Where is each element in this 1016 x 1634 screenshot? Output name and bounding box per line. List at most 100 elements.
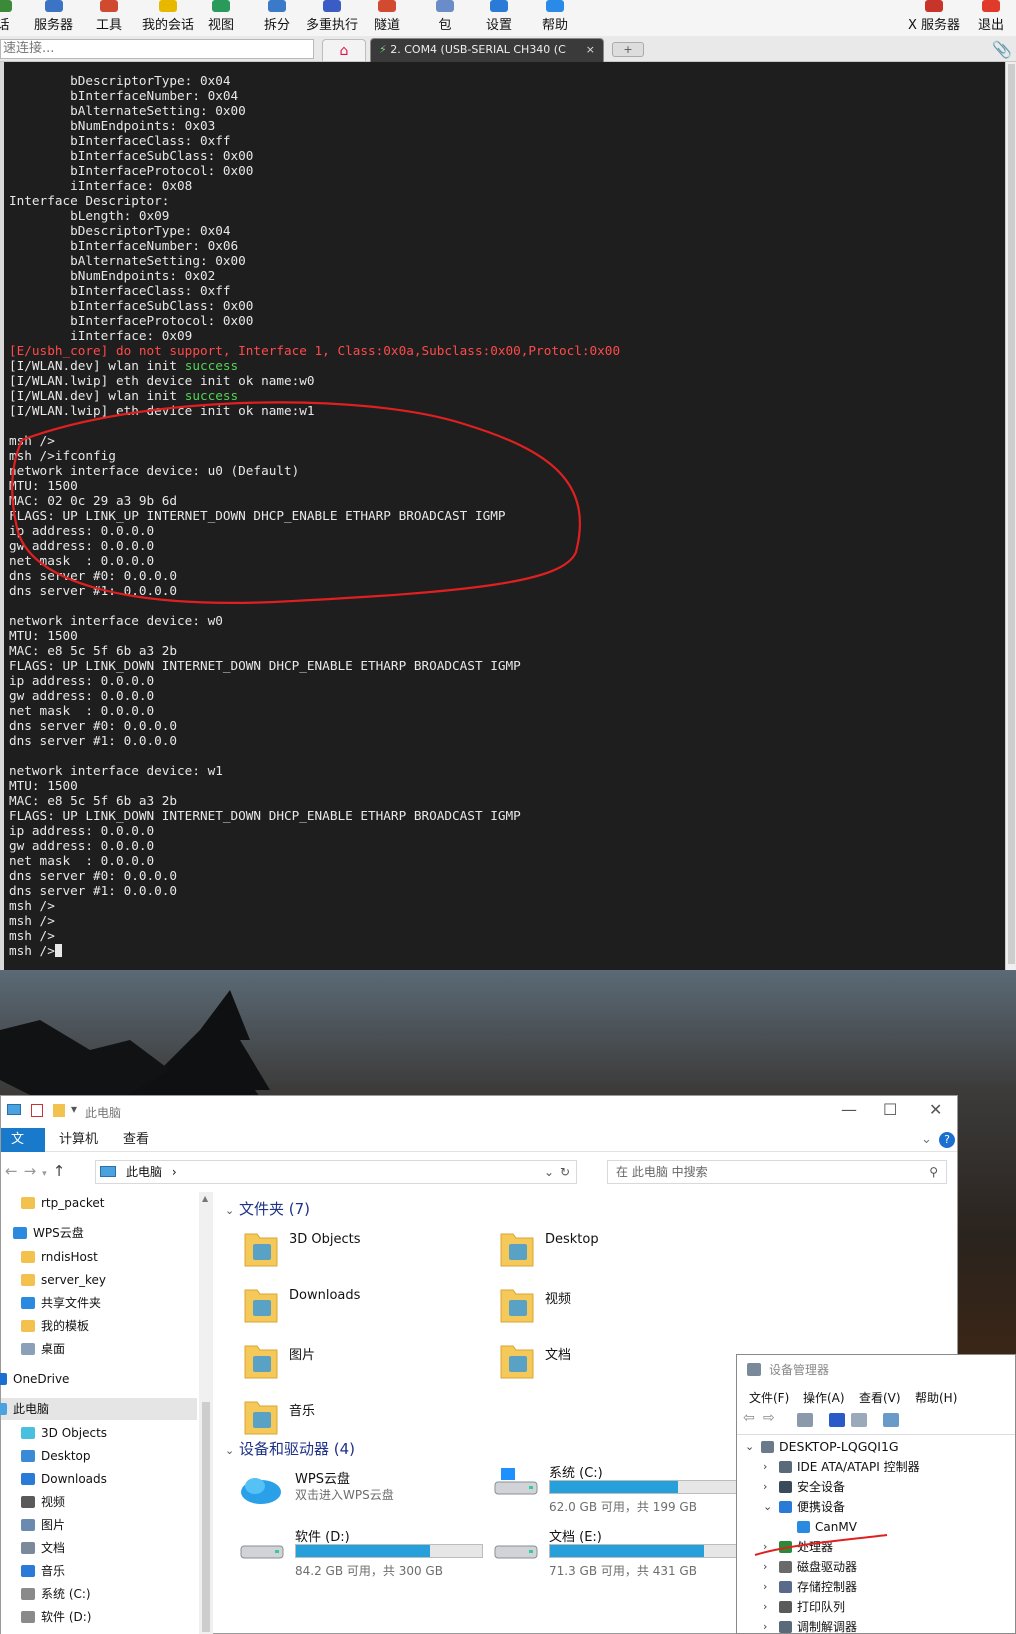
video-icon [21, 1496, 35, 1508]
split-icon [268, 0, 286, 12]
new-tab-button[interactable]: + [612, 42, 644, 57]
toolbar-button-9[interactable]: 设置 [486, 0, 512, 36]
drive-item[interactable]: WPS云盘 双击进入WPS云盘 [239, 1468, 489, 1524]
toolbar-button-label: 退出 [978, 18, 1005, 33]
nav-item[interactable]: rndisHost [1, 1246, 197, 1268]
folders-group-header[interactable]: ⌄ 文件夹 (7) [225, 1198, 310, 1219]
home-tab[interactable]: ⌂ [322, 39, 366, 61]
back-arrow-icon[interactable]: ← [5, 1162, 24, 1180]
drive-item[interactable]: 系统 (C:) 62.0 GB 可用，共 199 GB [493, 1462, 743, 1518]
nav-item[interactable]: WPS云盘 [1, 1222, 197, 1244]
breadcrumb-chevron-icon[interactable]: › [172, 1165, 177, 1179]
power-icon [982, 0, 1000, 12]
nav-item-label: 文档 [41, 1541, 66, 1555]
nav-scroll-thumb[interactable] [202, 1402, 210, 1632]
terminal-line-text: dns server #1: 0.0.0.0 [9, 733, 178, 748]
tab-view[interactable]: 查看 [113, 1128, 159, 1152]
nav-pane-scrollbar[interactable]: ▲ [199, 1192, 213, 1634]
nav-item[interactable]: 桌面 [1, 1338, 197, 1360]
nav-item[interactable]: 我的模板 [1, 1315, 197, 1337]
terminal-line: bInterfaceClass: 0xff [9, 283, 620, 298]
nav-item[interactable]: OneDrive [0, 1368, 197, 1390]
quick-access-dropdown-icon[interactable]: ▾ [71, 1102, 77, 1116]
toolbar-button-1[interactable]: 服务器 [34, 0, 73, 36]
toolbar-button-8[interactable]: 包 [436, 0, 454, 36]
breadcrumb-root[interactable]: 此电脑 [126, 1165, 162, 1179]
drive-item[interactable]: 软件 (D:) 84.2 GB 可用，共 300 GB [239, 1526, 489, 1582]
address-input[interactable]: 此电脑 › ⌄ ↻ [95, 1160, 577, 1184]
toolbar-button-3[interactable]: 我的会话 [142, 0, 194, 36]
home-icon: ⌂ [339, 42, 349, 59]
tab-file[interactable]: 文件 [1, 1128, 45, 1171]
nav-item[interactable]: 视频 [1, 1491, 197, 1513]
close-icon[interactable]: ✕ [929, 1100, 942, 1119]
nav-item-label: 系统 (C:) [41, 1587, 91, 1601]
nav-item[interactable]: 此电脑 [0, 1398, 197, 1420]
terminal-line-text: bAlternateSetting: 0x00 [9, 253, 246, 268]
nav-item[interactable]: 3D Objects [1, 1422, 197, 1444]
toolbar-right-button-0[interactable]: X 服务器 [908, 0, 960, 36]
wps-cloud-icon [239, 1474, 285, 1510]
terminal-scroll-thumb[interactable] [1008, 64, 1015, 964]
toolbar-button-7[interactable]: 隧道 [374, 0, 400, 36]
windows-drive-icon [493, 1468, 539, 1504]
collapse-chevron-icon[interactable]: ⌄ [225, 1204, 234, 1217]
refresh-icon[interactable]: ↻ [560, 1161, 570, 1183]
terminal-lines: bDescriptorType: 0x04 bInterfaceNumber: … [9, 73, 620, 958]
attachment-icon[interactable]: 📎 [992, 40, 1012, 59]
toolbar-button-2[interactable]: 工具 [96, 0, 122, 36]
nav-item-label: 软件 (D:) [41, 1610, 92, 1624]
forward-arrow-icon[interactable]: → [24, 1162, 43, 1180]
nav-item[interactable]: 共享文件夹 [1, 1292, 197, 1314]
drives-group-header[interactable]: ⌄ 设备和驱动器 (4) [225, 1438, 355, 1459]
minimize-icon[interactable]: — [841, 1100, 857, 1119]
nav-item[interactable]: server_key [1, 1269, 197, 1291]
terminal-line: net mask : 0.0.0.0 [9, 553, 620, 568]
terminal-line-text: ip address: 0.0.0.0 [9, 673, 155, 688]
search-input[interactable]: 在 此电脑 中搜索 ⚲ [607, 1160, 947, 1184]
toolbar-button-5[interactable]: 拆分 [264, 0, 290, 36]
chevron-down-icon[interactable]: ⌄ [921, 1132, 932, 1147]
quick-connect-input[interactable]: 速连接... [0, 39, 314, 59]
scroll-up-icon[interactable]: ▲ [202, 1194, 208, 1203]
nav-item[interactable]: 文档 [1, 1537, 197, 1559]
nav-item[interactable]: 音乐 [1, 1560, 197, 1582]
collapse-chevron-icon[interactable]: ⌄ [225, 1444, 234, 1457]
cube-icon [21, 1427, 35, 1439]
terminal-line-text: bAlternateSetting: 0x00 [9, 103, 246, 118]
nav-item[interactable]: rtp_packet [1, 1192, 197, 1214]
address-dropdown-icon[interactable]: ⌄ [544, 1161, 554, 1183]
nav-item[interactable]: 系统 (C:) [1, 1583, 197, 1605]
terminal-scrollbar[interactable] [1005, 62, 1016, 970]
toolbar-button-4[interactable]: 视图 [208, 0, 234, 36]
toolbar-button-0[interactable]: 话 [0, 0, 12, 36]
terminal-line: msh />ifconfig [9, 448, 620, 463]
help-icon[interactable]: ? [939, 1132, 955, 1148]
new-folder-icon[interactable] [53, 1104, 65, 1117]
toolbar-right-button-1[interactable]: 退出 [978, 0, 1004, 36]
desktop-icon [21, 1343, 35, 1355]
toolbar-button-6[interactable]: 多重执行 [306, 0, 358, 36]
terminal-line: msh /> [9, 943, 620, 958]
tab-computer[interactable]: 计算机 [49, 1128, 108, 1152]
terminal-line-text: bInterfaceSubClass: 0x00 [9, 298, 254, 313]
nav-item[interactable]: Downloads [1, 1468, 197, 1490]
terminal-output[interactable]: bDescriptorType: 0x04 bInterfaceNumber: … [0, 62, 1005, 970]
toolbar-button-10[interactable]: 帮助 [542, 0, 568, 36]
nav-item[interactable]: 软件 (D:) [1, 1606, 197, 1628]
recent-dropdown-icon[interactable]: ▾ [42, 1169, 53, 1179]
drive-item[interactable]: 文档 (E:) 71.3 GB 可用，共 431 GB [493, 1526, 743, 1582]
terminal-line: [I/WLAN.lwip] eth device init ok name:w1 [9, 403, 620, 418]
onedrive-icon [0, 1373, 7, 1385]
up-arrow-icon[interactable]: ↑ [53, 1162, 72, 1180]
nav-item[interactable]: Desktop [1, 1445, 197, 1467]
terminal-line: network interface device: w1 [9, 763, 620, 778]
properties-icon[interactable] [31, 1104, 43, 1117]
tab-com4[interactable]: ⚡ 2. COM4 (USB-SERIAL CH340 (C × [370, 38, 604, 62]
maximize-icon[interactable]: ☐ [883, 1100, 897, 1119]
search-placeholder: 在 此电脑 中搜索 [616, 1165, 708, 1179]
search-icon[interactable]: ⚲ [929, 1161, 938, 1183]
terminal-line-text: bInterfaceNumber: 0x04 [9, 88, 239, 103]
tab-close-icon[interactable]: × [586, 39, 595, 61]
nav-item[interactable]: 图片 [1, 1514, 197, 1536]
